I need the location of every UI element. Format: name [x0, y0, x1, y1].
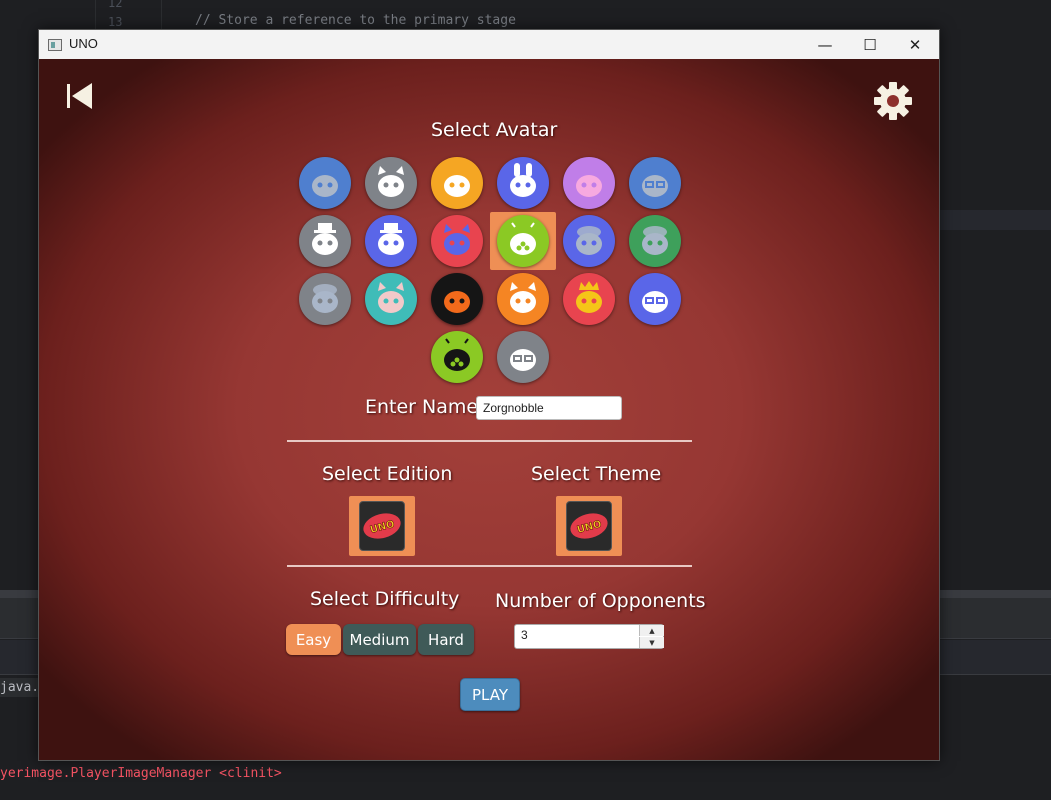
avatar-option[interactable] — [365, 215, 417, 267]
divider — [287, 440, 692, 442]
avatar-option[interactable] — [497, 273, 549, 325]
avatar-option[interactable] — [431, 157, 483, 209]
avatar-icon — [642, 291, 668, 313]
ide-error-line[interactable]: yerimage.PlayerImageManager <clinit> — [0, 766, 282, 781]
edition-heading: Select Edition — [322, 463, 453, 485]
avatar-option[interactable] — [629, 157, 681, 209]
avatar-icon — [510, 282, 536, 313]
line-number: 13 — [108, 15, 123, 29]
avatar-icon — [378, 166, 404, 197]
avatar-icon — [576, 226, 602, 255]
avatar-option[interactable] — [497, 157, 549, 209]
avatar-option[interactable] — [299, 215, 351, 267]
avatar-option[interactable] — [629, 273, 681, 325]
avatar-icon — [312, 175, 338, 197]
opponents-spinner[interactable]: 3 ▲ ▼ — [514, 624, 664, 649]
avatar-option[interactable] — [497, 215, 549, 267]
uno-card: UNO — [359, 501, 405, 551]
avatar-icon — [444, 224, 470, 255]
name-input[interactable]: Zorgnobble — [476, 396, 622, 420]
opponents-value: 3 — [521, 628, 528, 642]
avatar-icon — [642, 226, 668, 255]
edition-card-button[interactable]: UNO — [349, 496, 415, 556]
uno-card: UNO — [566, 501, 612, 551]
avatar-icon — [444, 175, 470, 197]
avatar-option[interactable] — [431, 215, 483, 267]
avatar-option[interactable] — [365, 157, 417, 209]
avatar-option[interactable] — [563, 215, 615, 267]
avatar-option[interactable] — [629, 215, 681, 267]
theme-card-button[interactable]: UNO — [556, 496, 622, 556]
main-content: Select Avatar Enter Name Zorgnobble Sele… — [39, 59, 939, 760]
app-icon — [48, 39, 62, 51]
avatar-option[interactable] — [365, 273, 417, 325]
difficulty-easy-button[interactable]: Easy — [286, 624, 341, 655]
divider — [287, 565, 692, 567]
avatar-icon — [312, 284, 338, 313]
difficulty-hard-button[interactable]: Hard — [418, 624, 474, 655]
difficulty-medium-button[interactable]: Medium — [343, 624, 416, 655]
line-number: 12 — [108, 0, 123, 10]
avatar-icon — [576, 281, 602, 313]
opponents-heading: Number of Opponents — [495, 590, 706, 612]
decrement-button[interactable]: ▼ — [639, 637, 664, 648]
avatar-icon — [510, 222, 536, 255]
avatar-icon — [312, 223, 338, 255]
window-title: UNO — [69, 36, 98, 51]
avatar-option[interactable] — [299, 157, 351, 209]
avatar-option[interactable] — [563, 157, 615, 209]
minimize-button[interactable]: — — [802, 30, 848, 59]
difficulty-heading: Select Difficulty — [310, 588, 460, 610]
uno-logo-icon: UNO — [363, 513, 401, 539]
avatar-option[interactable] — [431, 273, 483, 325]
gear-icon — [874, 82, 912, 120]
increment-button[interactable]: ▲ — [639, 625, 664, 636]
avatar-option[interactable] — [563, 273, 615, 325]
close-button[interactable]: ✕ — [892, 30, 938, 59]
play-button[interactable]: PLAY — [460, 678, 520, 711]
avatar-icon — [444, 291, 470, 313]
uno-window: UNO — ☐ ✕ Select Avatar Enter Name Zorgn… — [38, 29, 940, 761]
skip-back-icon — [67, 83, 92, 109]
line-highlight — [938, 210, 1051, 230]
back-button[interactable] — [64, 81, 96, 111]
avatar-option[interactable] — [431, 331, 483, 383]
maximize-button[interactable]: ☐ — [847, 30, 893, 59]
settings-button[interactable] — [873, 81, 913, 121]
avatar-option[interactable] — [299, 273, 351, 325]
uno-logo-icon: UNO — [570, 513, 608, 539]
avatar-icon — [378, 282, 404, 313]
avatar-icon — [576, 175, 602, 197]
code-comment: // Store a reference to the primary stag… — [195, 13, 516, 28]
ide-tab[interactable]: java. — [0, 678, 38, 697]
avatar-icon — [510, 163, 536, 197]
name-label: Enter Name — [365, 396, 479, 418]
avatar-heading: Select Avatar — [431, 119, 558, 141]
title-bar[interactable]: UNO — ☐ ✕ — [39, 30, 939, 59]
avatar-icon — [510, 349, 536, 371]
avatar-option[interactable] — [497, 331, 549, 383]
avatar-icon — [642, 175, 668, 197]
theme-heading: Select Theme — [531, 463, 662, 485]
avatar-icon — [444, 338, 470, 371]
avatar-icon — [378, 223, 404, 255]
